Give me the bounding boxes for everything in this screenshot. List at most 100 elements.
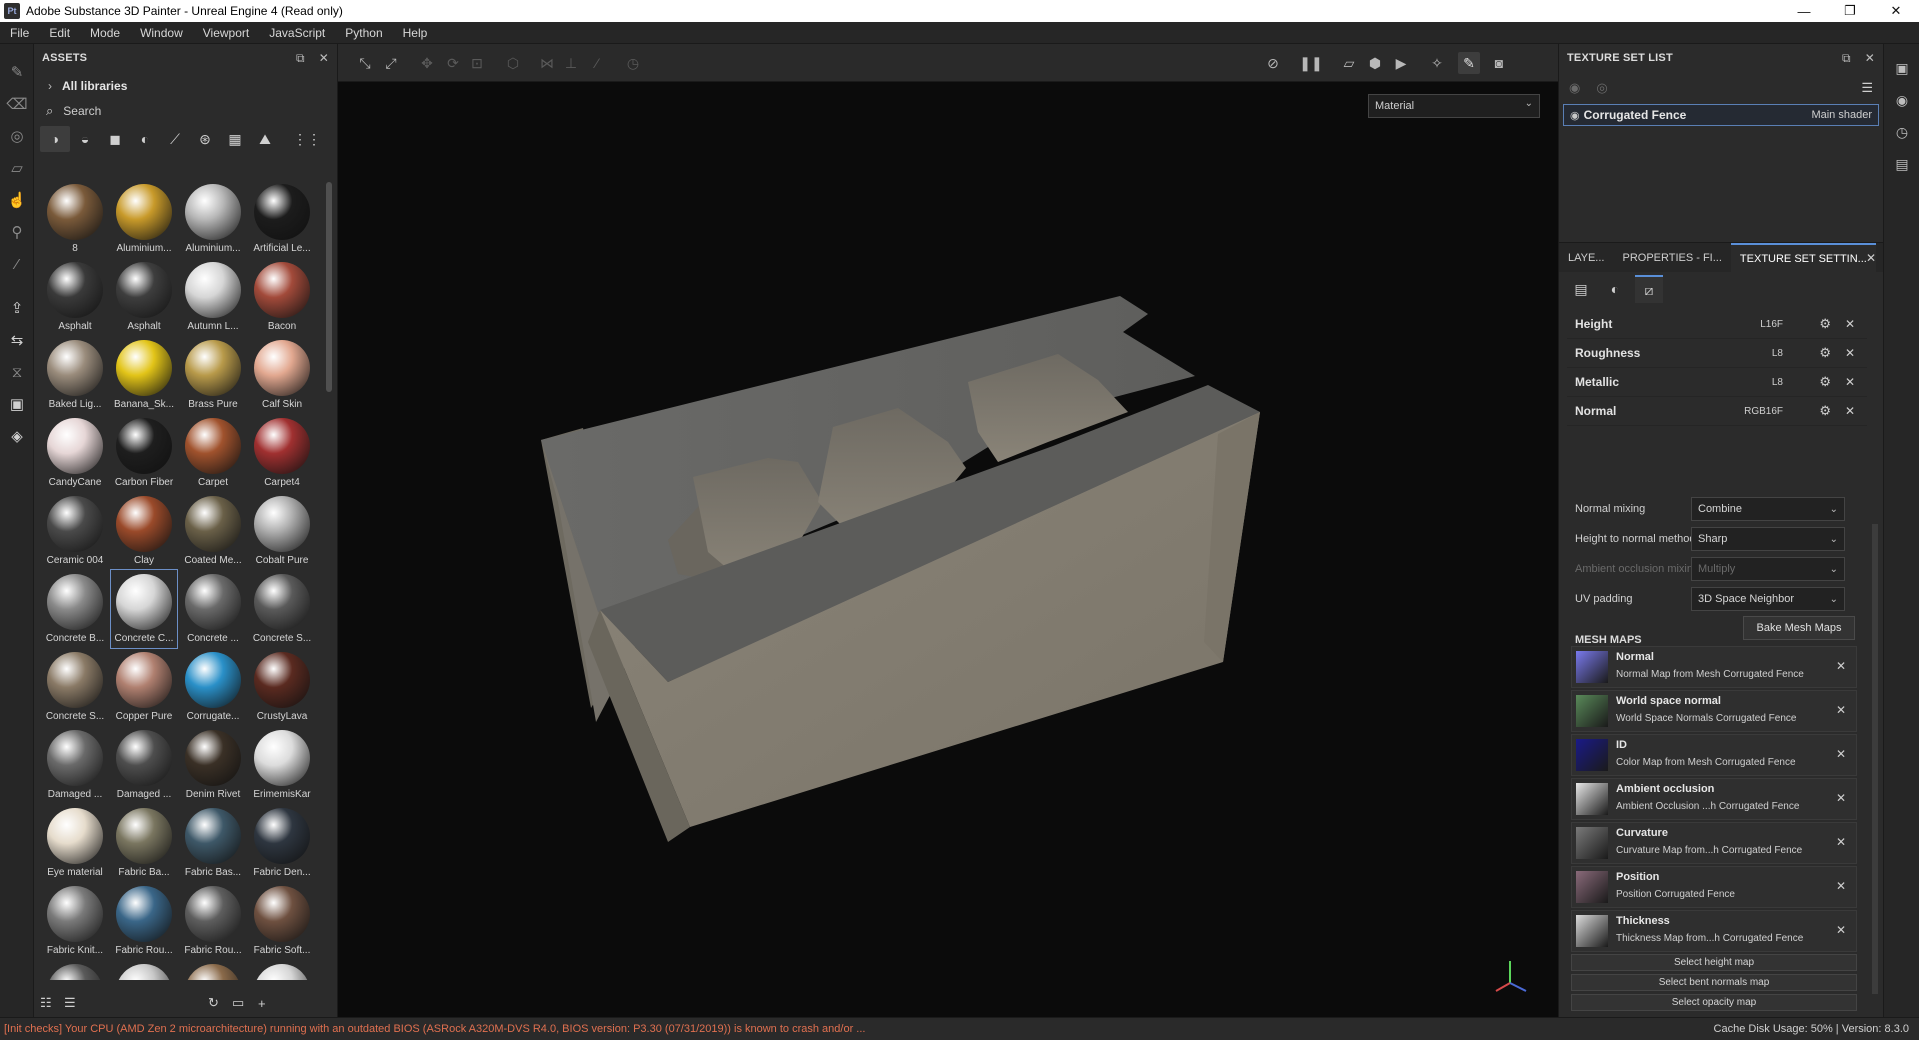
remove-channel-icon[interactable]: ✕ (1845, 375, 1855, 389)
asset-thumbnail[interactable]: Brass Pure (180, 336, 246, 414)
select-opacity-map-button[interactable]: Select opacity map (1571, 994, 1857, 1011)
list-view-icon[interactable]: ☰ (64, 995, 76, 1011)
asset-thumbnail[interactable]: Corrugate... (180, 648, 246, 726)
channel-format[interactable]: RGB16F (1744, 406, 1783, 417)
cube-icon[interactable]: ⬡ (502, 52, 524, 74)
channels-icon[interactable]: ▤ (1567, 275, 1595, 303)
visibility-eye-icon[interactable]: ◉ (1570, 109, 1580, 122)
smart-materials-filter-icon[interactable]: ◒ (70, 126, 100, 152)
assets-scrollbar[interactable] (326, 182, 332, 392)
projection-icon[interactable]: ◎ (0, 120, 34, 152)
brushes-filter-icon[interactable]: ⟋ (160, 126, 190, 152)
eraser-icon[interactable]: ⌫ (0, 88, 34, 120)
channel-format[interactable]: L8 (1772, 348, 1783, 359)
asset-thumbnail[interactable] (249, 960, 315, 980)
tab-texture-set-settings[interactable]: TEXTURE SET SETTIN... (1730, 242, 1876, 273)
generators-filter-icon[interactable]: ◐ (130, 126, 160, 152)
asset-thumbnail[interactable]: Copper Pure (111, 648, 177, 726)
asset-thumbnail[interactable]: Fabric Ba... (111, 804, 177, 882)
channel-row[interactable]: Normal RGB16F ⚙ ✕ (1567, 397, 1867, 426)
undock-icon[interactable]: ⧉ (296, 51, 305, 66)
asset-thumbnail[interactable]: Eye material (42, 804, 108, 882)
close-icon[interactable]: ✕ (319, 51, 329, 65)
channel-row[interactable]: Metallic L8 ⚙ ✕ (1567, 368, 1867, 397)
hide-all-icon[interactable]: ◉ (1569, 80, 1580, 96)
list-menu-icon[interactable]: ☰ (1861, 80, 1873, 96)
screenshot-icon[interactable]: ◙ (1488, 52, 1510, 74)
remove-map-icon[interactable]: ✕ (1836, 835, 1846, 849)
minimize-button[interactable]: — (1781, 0, 1827, 22)
remove-map-icon[interactable]: ✕ (1836, 747, 1846, 761)
asset-thumbnail[interactable]: Aluminium... (111, 180, 177, 258)
asset-thumbnail[interactable]: Fabric Soft... (249, 882, 315, 960)
mirror-icon[interactable]: ⋈ (536, 52, 558, 74)
menu-window[interactable]: Window (130, 22, 193, 44)
texture-set-row[interactable]: ◉ Corrugated Fence Main shader (1563, 104, 1879, 126)
mesh-map-row[interactable]: World space normal World Space Normals C… (1571, 690, 1857, 732)
mesh-map-row[interactable]: Normal Normal Map from Mesh Corrugated F… (1571, 646, 1857, 688)
history-icon[interactable]: ◷ (622, 52, 644, 74)
asset-thumbnail[interactable]: Autumn L... (180, 258, 246, 336)
status-warning[interactable]: [Init checks] Your CPU (AMD Zen 2 microa… (0, 1023, 865, 1035)
log-icon[interactable]: ▤ (1884, 148, 1919, 180)
asset-thumbnail[interactable]: Baked Lig... (42, 336, 108, 414)
asset-thumbnail[interactable]: Aluminium... (180, 180, 246, 258)
asset-thumbnail[interactable]: Asphalt (42, 258, 108, 336)
pause-icon[interactable]: ❚❚ (1299, 52, 1322, 74)
asset-thumbnail[interactable]: Fabric Rou... (180, 882, 246, 960)
environments-filter-icon[interactable]: ⛰ (250, 126, 280, 152)
mesh-map-row[interactable]: ID Color Map from Mesh Corrugated Fence … (1571, 734, 1857, 776)
undock-icon[interactable]: ⧉ (1842, 51, 1851, 66)
asset-thumbnail[interactable]: Banana_Sk... (111, 336, 177, 414)
menu-mode[interactable]: Mode (80, 22, 130, 44)
asset-thumbnail[interactable]: Concrete S... (42, 648, 108, 726)
menu-file[interactable]: File (0, 22, 39, 44)
uv-padding-select[interactable]: 3D Space Neighbor ⌄ (1691, 587, 1845, 611)
hide-icon[interactable]: ⊘ (1262, 52, 1284, 74)
align-icon[interactable]: ⊥ (560, 52, 582, 74)
paint-mode-icon[interactable]: ✎ (1458, 52, 1480, 74)
asset-thumbnail[interactable]: Carpet4 (249, 414, 315, 492)
asset-thumbnail[interactable]: Fabric Rou... (111, 882, 177, 960)
menu-python[interactable]: Python (335, 22, 392, 44)
shader-icon[interactable]: ◐ (1601, 275, 1629, 303)
video-camera-icon[interactable]: ▶ (1390, 52, 1412, 74)
clone-stamp-icon[interactable]: ⚲ (0, 216, 34, 248)
channel-format[interactable]: L8 (1772, 377, 1783, 388)
mesh-maps-icon[interactable]: ⧄ (1635, 275, 1663, 303)
color-picker-icon[interactable]: ⁄ (0, 248, 34, 280)
asset-thumbnail[interactable]: Carpet (180, 414, 246, 492)
mesh-map-row[interactable]: Curvature Curvature Map from...h Corruga… (1571, 822, 1857, 864)
select-bent-normals-button[interactable]: Select bent normals map (1571, 974, 1857, 991)
textures-filter-icon[interactable]: ▦ (220, 126, 250, 152)
asset-thumbnail[interactable]: Damaged ... (111, 726, 177, 804)
asset-thumbnail[interactable]: Asphalt (111, 258, 177, 336)
refresh-icon[interactable]: ↻ (208, 995, 219, 1011)
mesh-map-row[interactable]: Ambient occlusion Ambient Occlusion ...h… (1571, 778, 1857, 820)
asset-thumbnail[interactable]: CandyCane (42, 414, 108, 492)
gear-icon[interactable]: ⚙ (1819, 403, 1831, 419)
asset-thumbnail[interactable]: Carbon Fiber (111, 414, 177, 492)
display-settings-icon[interactable]: ◉ (1884, 84, 1919, 116)
mesh-map-row[interactable]: Position Position Corrugated Fence ✕ (1571, 866, 1857, 908)
render-icon[interactable]: ▣ (0, 388, 34, 420)
add-icon[interactable]: + (258, 996, 266, 1011)
asset-thumbnail[interactable]: Bacon (249, 258, 315, 336)
asset-thumbnail[interactable]: Coated Me... (180, 492, 246, 570)
settings-scrollbar[interactable] (1872, 524, 1878, 994)
close-window-button[interactable]: ✕ (1873, 0, 1919, 22)
filter-list-icon[interactable]: ☷ (40, 995, 52, 1011)
asset-thumbnail[interactable]: Clay (111, 492, 177, 570)
camera-view-icon[interactable]: ▱ (1338, 52, 1360, 74)
bake-icon[interactable]: ⇆ (0, 324, 34, 356)
asset-thumbnail[interactable]: 8 (42, 180, 108, 258)
asset-thumbnail[interactable]: Concrete ... (180, 570, 246, 648)
masks-filter-icon[interactable]: ◼ (100, 126, 130, 152)
remove-channel-icon[interactable]: ✕ (1845, 404, 1855, 418)
particles-filter-icon[interactable]: ⊛ (190, 126, 220, 152)
asset-thumbnail[interactable]: Concrete C... (110, 569, 178, 649)
menu-help[interactable]: Help (393, 22, 438, 44)
texture-set-list-icon[interactable]: ▣ (1884, 52, 1919, 84)
asset-thumbnail[interactable] (180, 960, 246, 980)
asset-thumbnail[interactable]: Ceramic 004 (42, 492, 108, 570)
